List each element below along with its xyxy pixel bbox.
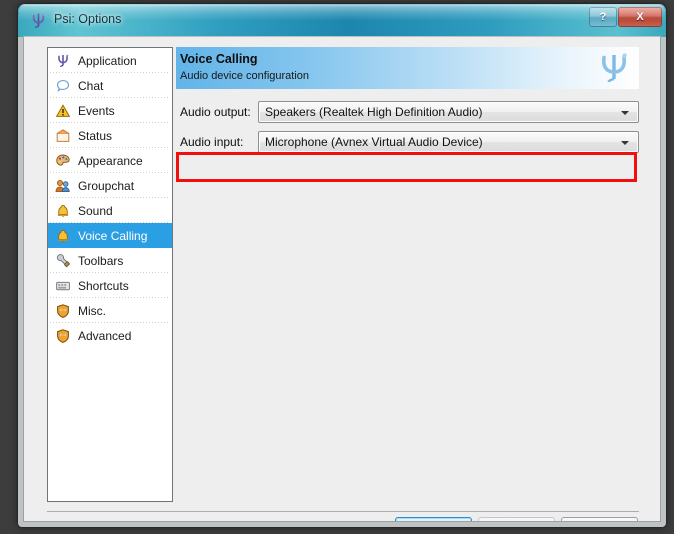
paint-palette-icon bbox=[56, 153, 70, 166]
sidebar-item-shortcuts[interactable]: Shortcuts bbox=[48, 273, 172, 298]
sidebar-item-events[interactable]: Events bbox=[48, 98, 172, 123]
chevron-down-icon bbox=[621, 111, 629, 115]
psi-logo-icon bbox=[601, 53, 627, 83]
footer-divider bbox=[47, 511, 639, 512]
audio-input-row: Audio input: Microphone (Avnex Virtual A… bbox=[176, 131, 639, 153]
sidebar-item-label: Appearance bbox=[78, 153, 143, 168]
sidebar-item-status[interactable]: Status bbox=[48, 123, 172, 148]
shield-icon bbox=[57, 328, 69, 343]
audio-device-fields: Audio output: Speakers (Realtek High Def… bbox=[176, 101, 639, 153]
caption-buttons: ? X bbox=[589, 7, 662, 27]
sidebar-item-label: Advanced bbox=[78, 328, 132, 343]
sidebar-item-label: Events bbox=[78, 103, 115, 118]
chevron-down-icon bbox=[621, 141, 629, 145]
bell-icon bbox=[57, 229, 69, 242]
audio-input-value: Microphone (Avnex Virtual Audio Device) bbox=[265, 135, 483, 149]
sidebar-item-label: Status bbox=[78, 128, 113, 143]
sidebar-item-label: Chat bbox=[78, 78, 104, 93]
apply-button[interactable]: Apply bbox=[478, 517, 555, 521]
sidebar-item-label: Groupchat bbox=[78, 178, 135, 193]
close-button[interactable]: X bbox=[618, 7, 662, 27]
dialog-button-bar: OK Apply Cancel bbox=[395, 517, 638, 521]
audio-output-select[interactable]: Speakers (Realtek High Definition Audio) bbox=[258, 101, 639, 123]
page-title: Voice Calling bbox=[180, 52, 258, 66]
audio-input-label: Audio input: bbox=[180, 135, 244, 149]
audio-output-label: Audio output: bbox=[180, 105, 251, 119]
sidebar-item-label: Application bbox=[78, 53, 137, 68]
sidebar-item-toolbars[interactable]: Toolbars bbox=[48, 248, 172, 273]
window-title: Psi: Options bbox=[54, 12, 122, 26]
sidebar-item-label: Voice Calling bbox=[78, 228, 148, 243]
sidebar-item-advanced[interactable]: Advanced bbox=[48, 323, 172, 348]
sidebar-item-label: Sound bbox=[78, 203, 113, 218]
page-subtitle: Audio device configuration bbox=[180, 70, 310, 82]
window-titlebar[interactable]: Psi: Options ? X bbox=[18, 4, 666, 37]
speech-bubble-icon bbox=[56, 79, 70, 92]
dialog-client-area: Application Chat Events Status Appearanc… bbox=[23, 36, 661, 522]
cancel-button[interactable]: Cancel bbox=[561, 517, 638, 521]
keyboard-icon bbox=[56, 281, 70, 290]
sidebar-item-voice-calling[interactable]: Voice Calling bbox=[48, 223, 172, 248]
envelope-icon bbox=[56, 128, 70, 142]
sidebar-item-groupchat[interactable]: Groupchat bbox=[48, 173, 172, 198]
audio-input-select[interactable]: Microphone (Avnex Virtual Audio Device) bbox=[258, 131, 639, 153]
options-page-voice-calling: Voice Calling Audio device configuration… bbox=[176, 47, 639, 502]
sidebar-item-chat[interactable]: Chat bbox=[48, 73, 172, 98]
sidebar-item-label: Toolbars bbox=[78, 253, 124, 268]
sidebar-item-application[interactable]: Application bbox=[48, 48, 172, 73]
sidebar-item-sound[interactable]: Sound bbox=[48, 198, 172, 223]
wrench-icon bbox=[56, 253, 70, 267]
bell-icon bbox=[57, 204, 69, 217]
annotation-highlight-box bbox=[176, 152, 637, 182]
help-button[interactable]: ? bbox=[589, 7, 617, 27]
audio-output-row: Audio output: Speakers (Realtek High Def… bbox=[176, 101, 639, 123]
two-users-icon bbox=[55, 179, 70, 192]
psi-logo-icon bbox=[32, 13, 45, 29]
sidebar-item-label: Misc. bbox=[78, 303, 106, 318]
sidebar-item-label: Shortcuts bbox=[78, 278, 129, 293]
psi-logo-icon bbox=[58, 54, 69, 67]
warning-triangle-icon bbox=[55, 103, 71, 117]
ok-button[interactable]: OK bbox=[395, 517, 472, 521]
audio-output-value: Speakers (Realtek High Definition Audio) bbox=[265, 105, 483, 119]
sidebar-item-appearance[interactable]: Appearance bbox=[48, 148, 172, 173]
shield-icon bbox=[57, 303, 69, 318]
sidebar-item-misc[interactable]: Misc. bbox=[48, 298, 172, 323]
options-category-list[interactable]: Application Chat Events Status Appearanc… bbox=[47, 47, 173, 502]
page-banner: Voice Calling Audio device configuration bbox=[176, 47, 639, 89]
options-dialog-window: Psi: Options ? X Application Chat Events… bbox=[18, 4, 666, 527]
